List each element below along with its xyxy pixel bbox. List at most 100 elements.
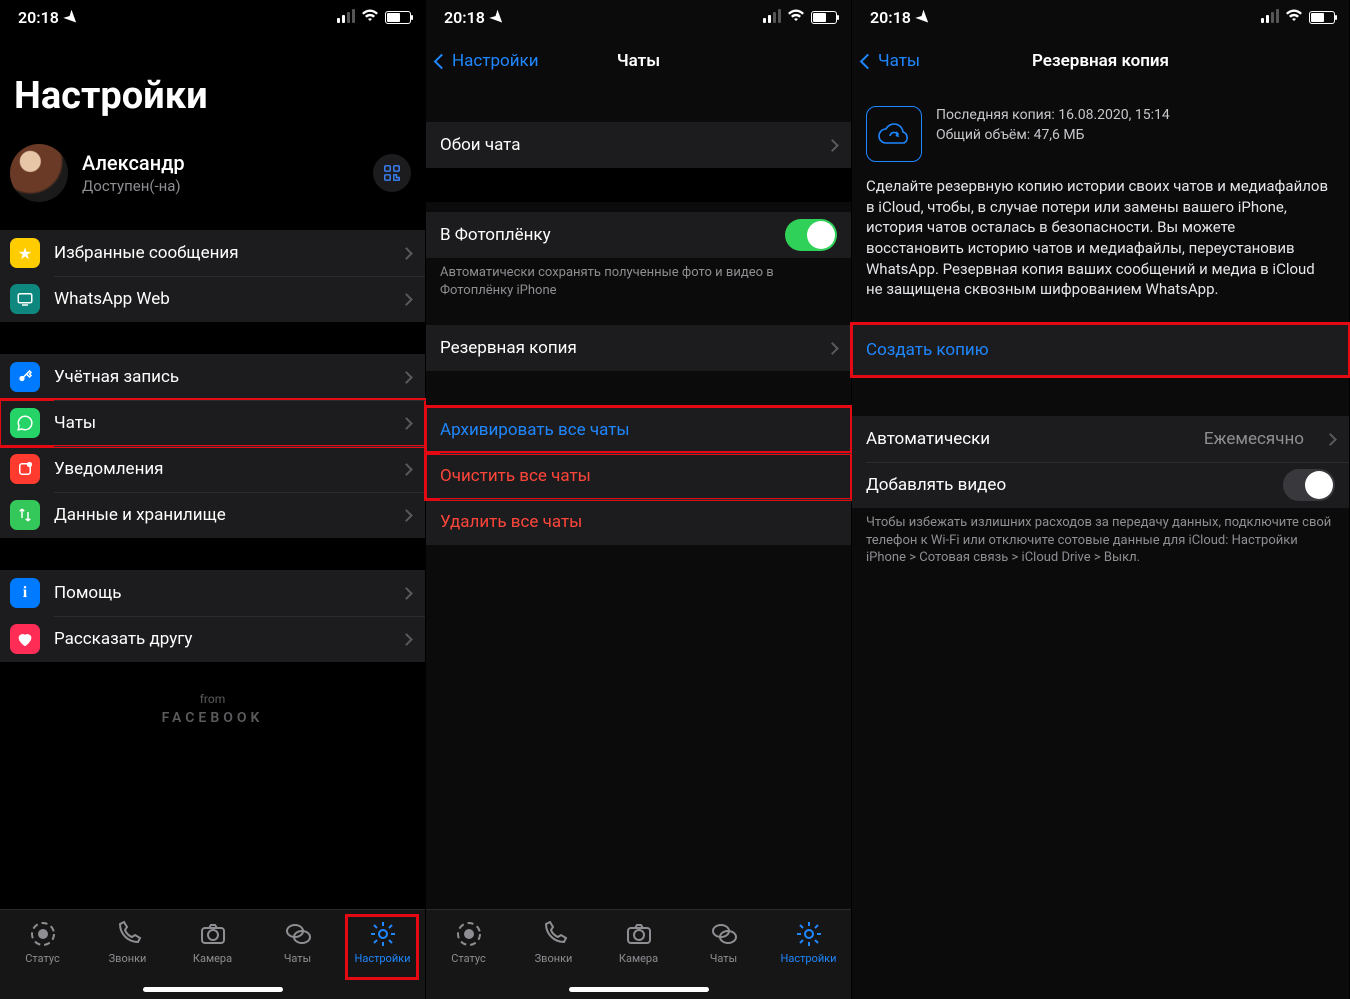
nav-bar: Чаты Резервная копия [852, 34, 1349, 88]
tab-bar: Статус Звонки Камера Чаты Настройки [426, 909, 851, 999]
backup-description: Сделайте резервную копию истории своих ч… [852, 170, 1349, 314]
tab-status[interactable]: Статус [8, 920, 78, 965]
chevron-right-icon [400, 417, 413, 430]
row-whatsapp-web[interactable]: WhatsApp Web [0, 276, 425, 322]
chats-icon [284, 920, 312, 948]
cellular-icon [763, 11, 781, 23]
cameraroll-footnote: Автоматически сохранять полученные фото … [426, 258, 851, 305]
row-notifications[interactable]: Уведомления [0, 446, 425, 492]
nav-bar: Настройки Чаты [426, 34, 851, 88]
row-account[interactable]: Учётная запись [0, 354, 425, 400]
phone-icon [114, 920, 142, 948]
row-chats[interactable]: Чаты [0, 400, 425, 446]
tab-calls[interactable]: Звонки [519, 920, 589, 965]
profile-row[interactable]: Александр Доступен(-на) [0, 134, 425, 220]
backup-size: Общий объём: 47,6 МБ [936, 126, 1170, 146]
cloud-icon [866, 106, 922, 162]
tab-settings[interactable]: Настройки [774, 920, 844, 965]
chevron-right-icon [400, 371, 413, 384]
star-icon: ★ [10, 238, 40, 268]
chevron-right-icon [400, 463, 413, 476]
tab-bar: Статус Звонки Камера Чаты Настройки [0, 909, 425, 999]
app-badge-icon [10, 454, 40, 484]
chevron-left-icon [860, 53, 876, 69]
phone-icon [540, 920, 568, 948]
wifi-icon [361, 8, 379, 26]
video-switch[interactable] [1283, 469, 1335, 501]
cellular-icon [1261, 11, 1279, 23]
status-bar: 20:18 ➤ [852, 0, 1349, 34]
whatsapp-icon [10, 408, 40, 438]
nav-title: Резервная копия [852, 51, 1349, 71]
row-create-backup[interactable]: Создать копию [852, 324, 1349, 376]
info-icon: i [10, 578, 40, 608]
screen-backup: 20:18 ➤ Чаты Резервная копия Последняя к… [852, 0, 1350, 999]
heart-icon [10, 624, 40, 654]
row-backup[interactable]: Резервная копия [426, 325, 851, 371]
cellular-icon [337, 11, 355, 23]
location-icon: ➤ [60, 6, 83, 29]
row-include-video[interactable]: Добавлять видео [852, 462, 1349, 508]
camera-icon [625, 920, 653, 948]
cameraroll-switch[interactable] [785, 219, 837, 251]
chevron-left-icon [434, 53, 450, 69]
desktop-icon [10, 284, 40, 314]
profile-status: Доступен(-на) [82, 177, 359, 195]
status-time: 20:18 [18, 8, 59, 27]
row-wallpaper[interactable]: Обои чата [426, 122, 851, 168]
profile-name: Александр [82, 151, 359, 175]
status-time: 20:18 [444, 8, 485, 27]
chevron-right-icon [826, 139, 839, 152]
chevron-right-icon [400, 509, 413, 522]
chevron-right-icon [400, 293, 413, 306]
row-save-cameraroll[interactable]: В Фотоплёнку [426, 212, 851, 258]
qr-button[interactable] [373, 154, 411, 192]
auto-value: Ежемесячно [1204, 429, 1304, 449]
backup-last: Последняя копия: 16.08.2020, 15:14 [936, 106, 1170, 126]
location-icon: ➤ [486, 6, 509, 29]
chevron-right-icon [400, 587, 413, 600]
chevron-right-icon [400, 633, 413, 646]
tab-status[interactable]: Статус [434, 920, 504, 965]
home-indicator[interactable] [569, 987, 709, 992]
battery-icon [811, 11, 837, 24]
video-footnote: Чтобы избежать излишних расходов за пере… [852, 508, 1349, 573]
location-icon: ➤ [912, 6, 935, 29]
backup-header: Последняя копия: 16.08.2020, 15:14 Общий… [852, 88, 1349, 170]
highlight-box [345, 914, 419, 980]
avatar [10, 144, 68, 202]
screen-chats-settings: 20:18 ➤ Настройки Чаты Обои чата В Фотоп… [426, 0, 852, 999]
tab-calls[interactable]: Звонки [93, 920, 163, 965]
status-time: 20:18 [870, 8, 911, 27]
key-icon [10, 362, 40, 392]
row-help[interactable]: i Помощь [0, 570, 425, 616]
home-indicator[interactable] [143, 987, 283, 992]
chats-icon [710, 920, 738, 948]
chevron-right-icon [826, 342, 839, 355]
page-title: Настройки [0, 34, 425, 134]
tab-chats[interactable]: Чаты [263, 920, 333, 965]
chevron-right-icon [400, 247, 413, 260]
footer-brand: from FACEBOOK [0, 692, 425, 726]
row-delete-all[interactable]: Удалить все чаты [426, 499, 851, 545]
status-icon [455, 920, 483, 948]
row-auto-backup[interactable]: Автоматически Ежемесячно [852, 416, 1349, 462]
tab-chats[interactable]: Чаты [689, 920, 759, 965]
tab-camera[interactable]: Камера [178, 920, 248, 965]
status-bar: 20:18 ➤ [426, 0, 851, 34]
status-icon [29, 920, 57, 948]
wifi-icon [787, 8, 805, 26]
battery-icon [1309, 11, 1335, 24]
row-starred-messages[interactable]: ★ Избранные сообщения [0, 230, 425, 276]
row-tell-friend[interactable]: Рассказать другу [0, 616, 425, 662]
row-clear-all[interactable]: Очистить все чаты [426, 453, 851, 499]
chevron-right-icon [1324, 433, 1337, 446]
back-button[interactable]: Настройки [436, 51, 539, 71]
row-data-storage[interactable]: Данные и хранилище [0, 492, 425, 538]
tab-camera[interactable]: Камера [604, 920, 674, 965]
screen-settings: 20:18 ➤ Настройки Александр Доступен(-на… [0, 0, 426, 999]
row-archive-all[interactable]: Архивировать все чаты [426, 407, 851, 453]
gear-icon [795, 920, 823, 948]
wifi-icon [1285, 8, 1303, 26]
back-button[interactable]: Чаты [862, 51, 920, 71]
